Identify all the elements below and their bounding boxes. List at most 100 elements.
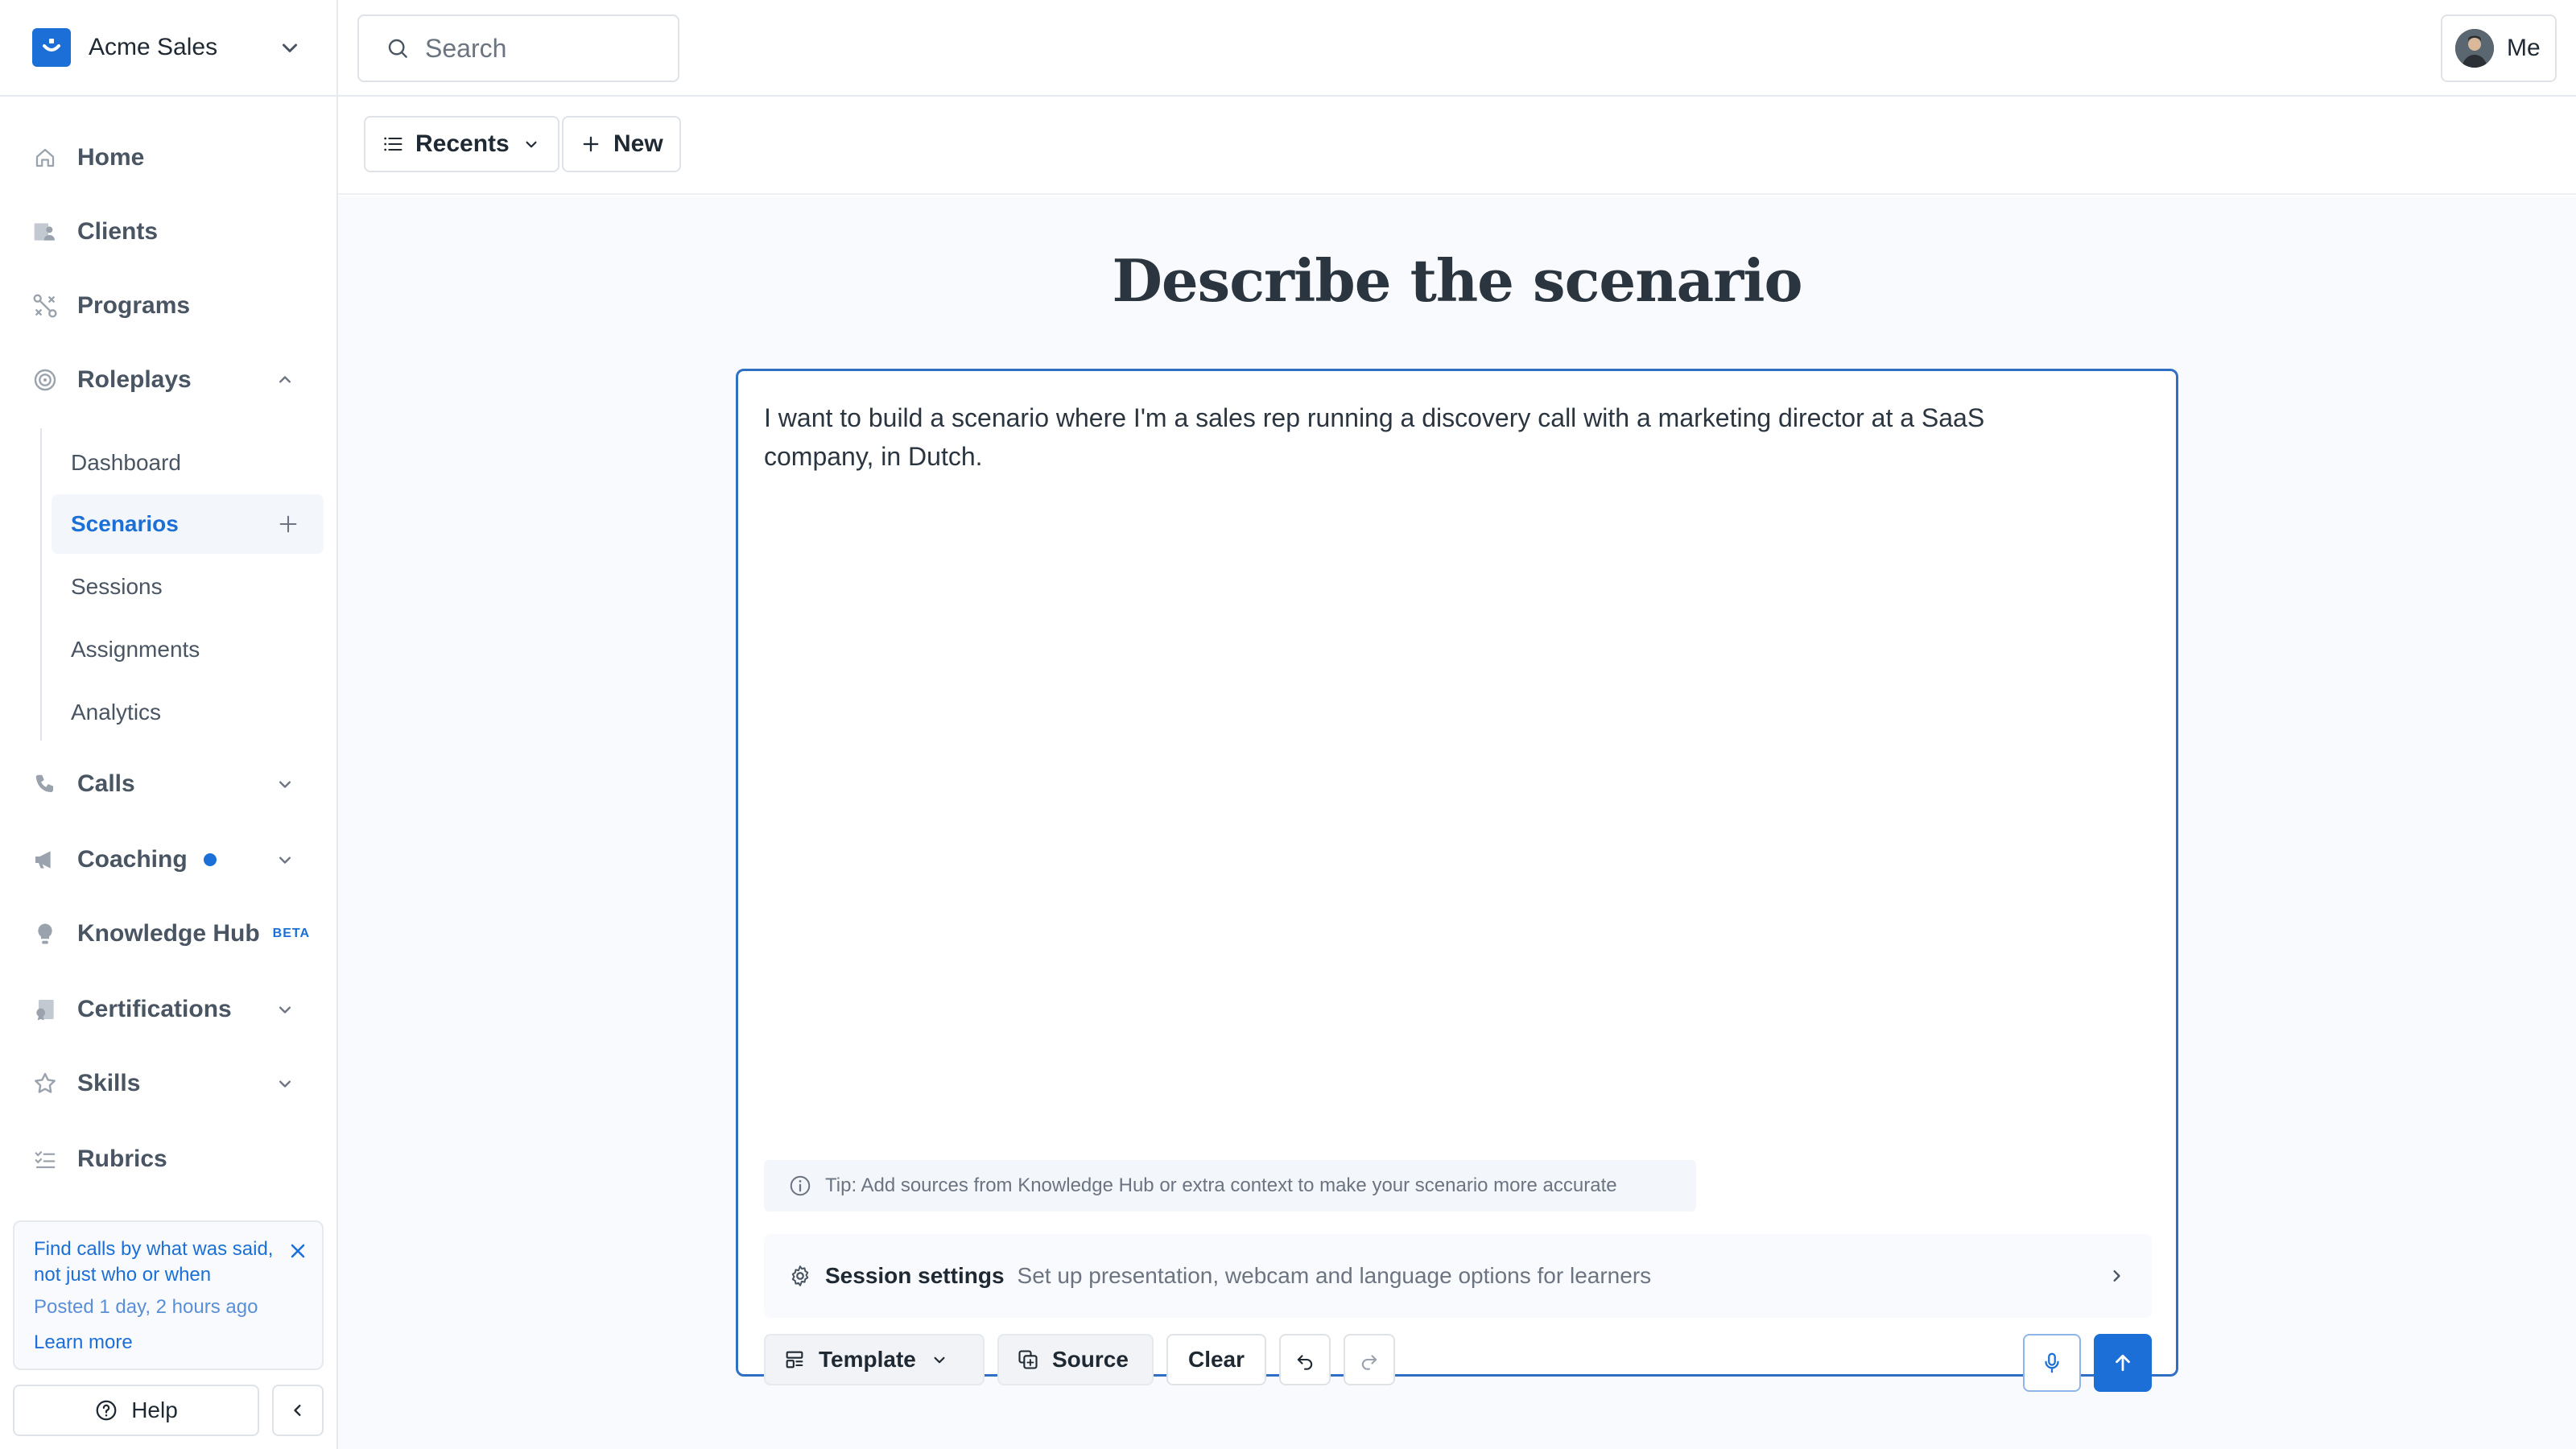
nav-item-home[interactable]: Home	[14, 126, 324, 190]
template-button[interactable]: Template	[764, 1334, 985, 1385]
nav-label: Programs	[77, 292, 191, 319]
main-content: Describe the scenario I want to build a …	[338, 196, 2576, 1449]
top-bar: Search Me	[338, 0, 2576, 97]
chevron-up-icon	[279, 376, 291, 383]
chevron-down-icon	[526, 141, 537, 148]
sidebar-item-dashboard[interactable]: Dashboard	[52, 433, 324, 493]
chevron-down-icon	[279, 781, 291, 788]
chevron-down-icon	[283, 43, 297, 52]
tip-text: Tip: Add sources from Knowledge Hub or e…	[825, 1174, 1617, 1196]
learn-more-link[interactable]: Learn more	[34, 1331, 303, 1354]
list-icon	[384, 137, 402, 151]
lightbulb-icon	[31, 919, 60, 948]
recents-button[interactable]: Recents	[364, 116, 559, 172]
star-icon	[31, 1069, 60, 1098]
new-label: New	[613, 130, 663, 157]
help-label: Help	[131, 1397, 178, 1422]
close-icon[interactable]	[287, 1240, 309, 1262]
nav-item-calls[interactable]: Calls	[14, 752, 324, 816]
plus-icon[interactable]	[277, 513, 299, 535]
clear-label: Clear	[1187, 1347, 1245, 1372]
nav-item-programs[interactable]: Programs	[14, 274, 324, 338]
sidebar-item-assignments[interactable]: Assignments	[52, 620, 324, 679]
nav-label: Clients	[77, 218, 159, 245]
sidebar-item-analytics[interactable]: Analytics	[52, 683, 324, 742]
org-name: Acme Sales	[89, 34, 218, 60]
page-toolbar: Recents New	[338, 98, 2576, 195]
nav-item-certifications[interactable]: Certifications	[14, 977, 324, 1042]
nav-label: Certifications	[77, 996, 232, 1022]
source-button[interactable]: Source	[997, 1334, 1154, 1385]
collapse-sidebar-button[interactable]	[272, 1385, 324, 1436]
new-button[interactable]: New	[562, 116, 681, 172]
scenario-composer: I want to build a scenario where I'm a s…	[736, 369, 2178, 1392]
sidebar-item-label: Scenarios	[71, 511, 179, 536]
chevron-down-icon	[279, 857, 291, 864]
scenario-prompt-textarea[interactable]: I want to build a scenario where I'm a s…	[764, 398, 2100, 476]
info-icon	[790, 1175, 811, 1196]
undo-icon	[1297, 1355, 1313, 1370]
template-label: Template	[819, 1347, 916, 1372]
sidebar-item-sessions[interactable]: Sessions	[52, 557, 324, 617]
page-title: Describe the scenario	[1112, 246, 1802, 315]
session-settings-description: Set up presentation, webcam and language…	[1017, 1263, 1652, 1288]
nav-label: Coaching	[77, 846, 188, 873]
tip-banner: Tip: Add sources from Knowledge Hub or e…	[764, 1160, 1696, 1212]
help-button[interactable]: Help	[13, 1385, 259, 1436]
nav-label: Calls	[77, 770, 135, 797]
announcement-title: Find calls by what was said, not just wh…	[34, 1238, 274, 1286]
nav-item-knowledge-hub[interactable]: Knowledge Hub BETA	[14, 902, 324, 966]
nav-item-clients[interactable]: Clients	[14, 200, 324, 264]
add-source-icon	[1018, 1350, 1038, 1369]
sidebar-item-scenarios[interactable]: Scenarios	[52, 494, 324, 554]
nav-label: Knowledge Hub	[77, 920, 260, 947]
announcement-card: Find calls by what was said, not just wh…	[13, 1220, 324, 1370]
search-input[interactable]: Search	[357, 14, 679, 82]
acme-logo-icon	[32, 28, 71, 67]
redo-icon	[1361, 1355, 1377, 1370]
home-icon	[31, 143, 60, 172]
undo-button[interactable]	[1279, 1334, 1331, 1385]
clear-button[interactable]: Clear	[1166, 1334, 1266, 1385]
microphone-icon	[2045, 1352, 2059, 1373]
nav-label: Home	[77, 144, 145, 171]
checklist-icon	[31, 1145, 60, 1174]
nav-item-roleplays[interactable]: Roleplays	[14, 348, 324, 412]
session-settings-title: Session settings	[825, 1263, 1005, 1288]
chevron-down-icon	[279, 1006, 291, 1013]
avatar	[2455, 29, 2494, 68]
chevron-right-icon	[2113, 1270, 2120, 1282]
chevron-down-icon	[934, 1356, 945, 1364]
help-icon	[96, 1400, 117, 1421]
session-settings-row[interactable]: Session settings Set up presentation, we…	[764, 1234, 2152, 1318]
redo-button[interactable]	[1344, 1334, 1395, 1385]
notification-dot	[203, 853, 217, 866]
recents-label: Recents	[415, 130, 510, 157]
template-icon	[786, 1351, 803, 1368]
nav-item-rubrics[interactable]: Rubrics	[14, 1127, 324, 1191]
chevron-left-icon	[294, 1405, 301, 1416]
sidebar: Acme Sales Home Clients Programs Rolepla…	[0, 0, 338, 1449]
org-switcher[interactable]: Acme Sales	[0, 0, 336, 97]
megaphone-icon	[31, 845, 60, 874]
clients-icon	[31, 217, 60, 246]
programs-icon	[31, 291, 60, 320]
voice-input-button[interactable]	[2023, 1334, 2081, 1392]
search-placeholder: Search	[425, 33, 507, 63]
search-icon	[388, 39, 407, 58]
user-menu-button[interactable]: Me	[2441, 14, 2557, 82]
composer-actions: Template Source Clear	[764, 1334, 2152, 1392]
user-label: Me	[2507, 35, 2541, 61]
phone-icon	[31, 770, 60, 799]
chevron-down-icon	[279, 1080, 291, 1088]
nav-label: Roleplays	[77, 366, 192, 393]
nav-item-skills[interactable]: Skills	[14, 1051, 324, 1116]
nav-item-coaching[interactable]: Coaching	[14, 828, 324, 892]
arrow-up-icon	[2116, 1354, 2130, 1372]
subnav-line	[40, 428, 42, 741]
target-icon	[31, 365, 60, 394]
nav-label: Skills	[77, 1070, 141, 1096]
submit-button[interactable]	[2094, 1334, 2152, 1392]
announcement-time: Posted 1 day, 2 hours ago	[34, 1296, 258, 1318]
source-label: Source	[1052, 1347, 1129, 1372]
